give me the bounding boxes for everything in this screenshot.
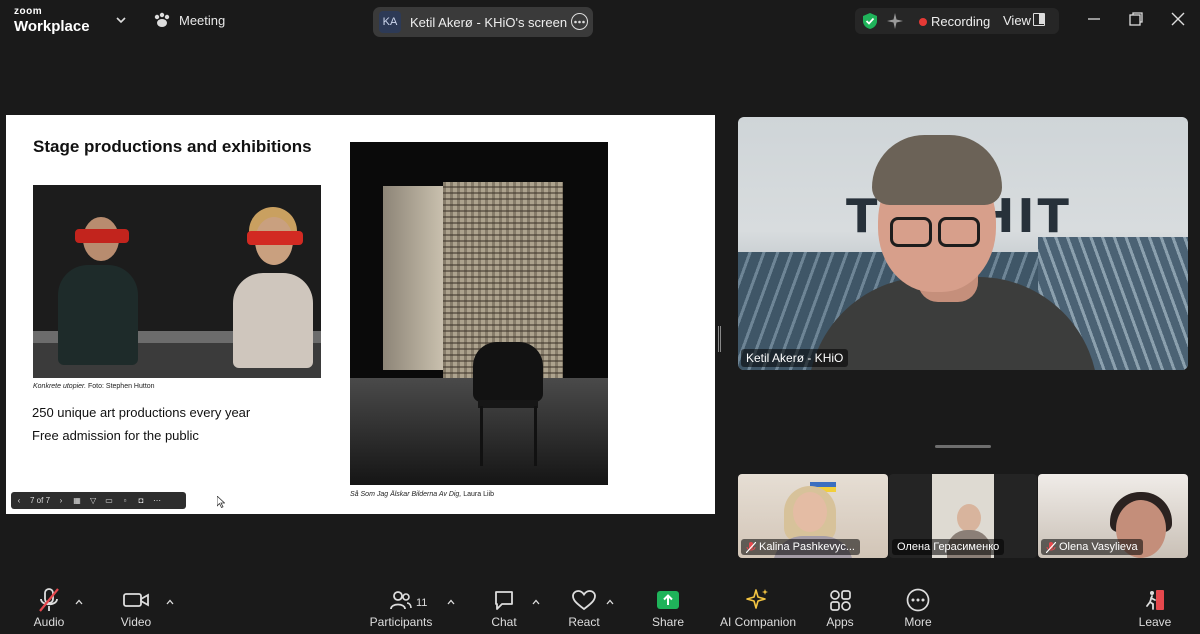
microphone-muted-icon: [39, 588, 59, 612]
apps-button[interactable]: Apps: [825, 584, 855, 629]
next-slide-icon[interactable]: ›: [53, 492, 69, 509]
stage-photo: [33, 185, 321, 378]
participant-name-tag: Олена Герасименко: [892, 539, 1005, 555]
video-button[interactable]: Video: [118, 584, 154, 629]
audio-options-chevron-icon[interactable]: [75, 598, 83, 606]
participant-name: Olena Vasylieva: [1059, 541, 1138, 553]
prev-slide-icon[interactable]: ‹: [11, 492, 27, 509]
participants-paw-icon: [154, 12, 170, 27]
apps-grid-icon: [830, 590, 851, 611]
audio-label: Audio: [33, 615, 65, 629]
participant-name-tag: Kalina Pashkevyc...: [741, 539, 860, 555]
heart-icon: [572, 589, 596, 610]
mic-muted-icon: [1046, 541, 1056, 553]
shield-check-icon[interactable]: [862, 12, 878, 30]
ai-companion-sparkle-icon: [746, 589, 768, 609]
participant-tile[interactable]: Olena Vasylieva: [1038, 474, 1188, 558]
exhibition-photo-caption: Så Som Jag Älskar Bilderna Av Dig, Laura…: [350, 491, 494, 498]
video-label: Video: [120, 615, 152, 629]
chat-options-chevron-icon[interactable]: [532, 598, 540, 606]
top-bar: zoom Workplace Meeting KA Ketil Akerø - …: [0, 0, 1200, 42]
mouse-cursor-icon: [217, 496, 225, 508]
ai-companion-button[interactable]: AI Companion: [720, 584, 796, 629]
pen-tool-icon[interactable]: ▽: [85, 492, 101, 509]
leave-label: Leave: [1138, 615, 1172, 629]
share-label: Ketil Akerø - KHiO's screen: [410, 14, 568, 30]
minimize-icon[interactable]: [1086, 11, 1102, 27]
participant-name-tag: Olena Vasylieva: [1041, 539, 1143, 555]
participants-icon: [390, 591, 412, 610]
video-overlay-icon[interactable]: ◘: [133, 492, 149, 509]
gallery-resize-handle[interactable]: [935, 445, 991, 448]
close-icon[interactable]: [1170, 11, 1186, 27]
meeting-label: Meeting: [179, 12, 226, 28]
share-button[interactable]: Share: [652, 584, 684, 629]
view-button[interactable]: View: [1003, 13, 1031, 28]
caption2-rest: Laura Liib: [461, 491, 494, 498]
meeting-controls-toolbar: Audio Video Participants 11 Chat React S…: [0, 584, 1200, 634]
participant-name: Олена Герасименко: [897, 541, 1000, 553]
chat-bubble-icon: [495, 591, 513, 610]
slide-page-indicator: 7 of 7: [30, 496, 51, 505]
camera-icon[interactable]: ▫: [117, 492, 133, 509]
slide-control-toolbar: ‹ 7 of 7 › ▦ ▽ ▭ ▫ ◘ ⋯: [11, 492, 186, 509]
leave-button[interactable]: Leave: [1138, 584, 1172, 629]
share-label: Share: [651, 615, 685, 629]
caption2-italic: Så Som Jag Älskar Bilderna Av Dig,: [350, 491, 462, 498]
brand-top: zoom: [14, 6, 43, 17]
meeting-info-button[interactable]: Meeting: [153, 12, 225, 28]
subtitles-icon[interactable]: ▭: [101, 492, 117, 509]
recording-dot-icon: [919, 18, 927, 26]
video-camera-icon: [123, 593, 149, 607]
participant-tile[interactable]: Олена Герасименко: [889, 474, 1037, 558]
caption1-italic: Konkrete utopier.: [33, 383, 87, 390]
share-screen-icon: [657, 591, 679, 609]
mic-muted-icon: [746, 541, 756, 553]
zoom-meeting-window: zoom Workplace Meeting KA Ketil Akerø - …: [0, 0, 1200, 634]
screen-share-indicator[interactable]: KA Ketil Akerø - KHiO's screen: [373, 7, 593, 37]
chat-label: Chat: [491, 615, 517, 629]
zoom-workplace-logo[interactable]: zoom Workplace: [14, 6, 90, 35]
panel-resize-handle[interactable]: [718, 326, 721, 352]
slide-bullet-1: 250 unique art productions every year: [32, 405, 251, 420]
slide-grid-icon[interactable]: ▦: [69, 492, 85, 509]
more-label: More: [904, 615, 932, 629]
shared-screen-slide: Stage productions and exhibitions Konkre…: [6, 115, 715, 514]
slide-title: Stage productions and exhibitions: [33, 137, 312, 156]
audio-button[interactable]: Audio: [32, 584, 66, 629]
caption1-rest: Foto: Stephen Hutton: [86, 383, 155, 390]
participants-count: 11: [416, 597, 428, 609]
exhibition-photo: [350, 142, 608, 485]
meeting-status-group: Recording View: [855, 8, 1059, 34]
chat-button[interactable]: Chat: [489, 584, 519, 629]
recording-label[interactable]: Recording: [931, 14, 990, 29]
leave-door-icon: [1146, 590, 1164, 610]
participants-options-chevron-icon[interactable]: [447, 598, 455, 606]
more-button[interactable]: More: [902, 584, 934, 629]
participants-label: Participants: [369, 615, 433, 629]
ai-companion-label: AI Companion: [719, 615, 797, 629]
restore-window-icon[interactable]: [1128, 11, 1144, 27]
participant-name: Kalina Pashkevyc...: [759, 541, 855, 553]
video-options-chevron-icon[interactable]: [166, 598, 174, 606]
active-speaker-video[interactable]: TU SHIT Ketil Akerø - KHiO: [738, 117, 1188, 370]
slide-bullet-2: Free admission for the public: [32, 428, 199, 443]
react-label: React: [568, 615, 600, 629]
react-options-chevron-icon[interactable]: [606, 598, 614, 606]
view-layout-icon[interactable]: [1033, 13, 1045, 26]
react-button[interactable]: React: [568, 584, 600, 629]
apps-label: Apps: [826, 615, 854, 629]
sharer-avatar: KA: [379, 11, 401, 33]
speaker-name-tag: Ketil Akerø - KHiO: [741, 349, 849, 367]
more-slide-options-icon[interactable]: ⋯: [149, 492, 165, 509]
chevron-down-icon[interactable]: [114, 13, 128, 27]
more-dots-icon: [906, 588, 930, 612]
more-options-icon[interactable]: [571, 13, 588, 30]
participant-tile[interactable]: Kalina Pashkevyc...: [738, 474, 888, 558]
stage-photo-caption: Konkrete utopier. Foto: Stephen Hutton: [33, 383, 155, 390]
ai-sparkle-icon[interactable]: [886, 12, 904, 30]
brand-bottom: Workplace: [14, 18, 90, 35]
